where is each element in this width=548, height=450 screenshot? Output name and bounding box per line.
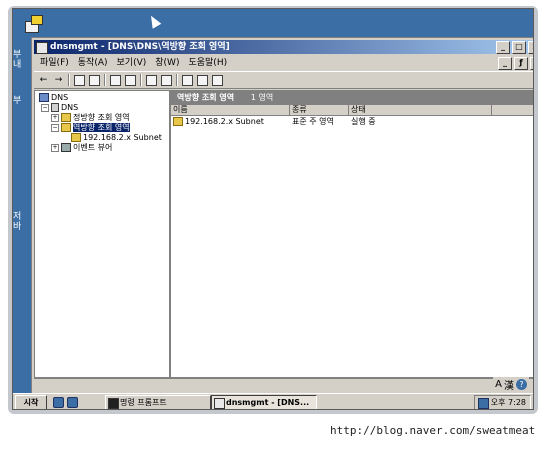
toolbar-separator (68, 74, 70, 86)
folder-icon (61, 113, 71, 122)
details-title: 역방향 조회 영역 (177, 93, 235, 102)
quick-launch (53, 397, 78, 408)
child-minimize-button[interactable]: _ (498, 57, 512, 70)
expand-icon[interactable]: + (51, 143, 59, 152)
console-tree-icon[interactable] (89, 74, 100, 86)
zone-icon (173, 117, 183, 126)
status-bar (34, 378, 533, 391)
toolbar-separator (176, 74, 178, 86)
ime-hanja[interactable]: 漢 (504, 377, 514, 392)
tree-item-reverse-zones[interactable]: − 역방향 조회 영역 (51, 123, 130, 133)
toolbar-separator (140, 74, 142, 86)
tree-item-subnet-zone[interactable]: 192.168.2.x Subnet (71, 133, 162, 143)
app-icon (36, 42, 48, 54)
desktop-label: 바 (13, 222, 22, 232)
row-name: 192.168.2.x Subnet (185, 117, 264, 126)
tree-item-event-viewer[interactable]: + 이벤트 뷰어 (51, 143, 112, 153)
menu-view[interactable]: 보기(V) (117, 56, 147, 70)
menu-file[interactable]: 파일(F) (40, 56, 69, 70)
back-icon[interactable]: ← (38, 75, 49, 86)
desktop: 부 내 부 저 바 dnsmgmt - [DNS\DNS\역방향 조회 영역] … (12, 8, 534, 410)
system-tray: 오후 7:28 (473, 395, 531, 409)
properties-icon[interactable] (110, 74, 121, 86)
task-command-prompt[interactable]: 명령 프롬프트 (105, 395, 211, 409)
menu-window[interactable]: 창(W) (155, 56, 179, 70)
title-bar[interactable]: dnsmgmt - [DNS\DNS\역방향 조회 영역] _ □ × (34, 40, 533, 54)
window-title: dnsmgmt - [DNS\DNS\역방향 조회 영역] (50, 42, 230, 52)
desktop-label: 부 (13, 96, 22, 106)
tree-item-label: 이벤트 뷰어 (73, 143, 113, 152)
row-type: 표준 주 영역 (292, 117, 334, 126)
ime-help-icon[interactable]: ? (516, 378, 527, 390)
details-pane: 역방향 조회 영역 1 영역 이름 종류 상태 192.168.2.x Subn… (170, 90, 533, 378)
toolbar: ← → (34, 71, 533, 89)
maximize-button[interactable]: □ (512, 41, 526, 54)
tree-item-label: 정방향 조회 영역 (73, 113, 130, 122)
expand-icon[interactable]: + (51, 113, 59, 122)
task-dnsmgmt[interactable]: dnsmgmt - [DNS... (211, 395, 317, 409)
command-prompt-icon (108, 398, 119, 409)
mmc-window: dnsmgmt - [DNS\DNS\역방향 조회 영역] _ □ × 파일(F… (31, 37, 533, 395)
dns-icon (39, 93, 49, 102)
taskbar: 시작 명령 프롬프트 dnsmgmt - [DNS... 오후 7:28 (13, 393, 533, 409)
console-tree: DNS − DNS + 정방향 조회 영역 − 역방향 조회 영역 192.168.2… (34, 90, 170, 378)
network-icon[interactable] (477, 398, 489, 409)
desktop-shortcut-icon[interactable] (23, 15, 43, 33)
collapse-icon[interactable]: − (51, 123, 59, 132)
tree-item-label-selected: 역방향 조회 영역 (73, 123, 130, 132)
ime-lang[interactable]: A (495, 379, 502, 390)
minimize-button[interactable]: _ (496, 41, 510, 54)
menu-help[interactable]: 도움말(H) (188, 56, 227, 70)
desktop-label: 내 (13, 60, 22, 70)
column-name[interactable]: 이름 (171, 105, 290, 115)
tree-item-dns-root[interactable]: DNS (39, 93, 68, 103)
column-header-row: 이름 종류 상태 (171, 105, 533, 116)
new-record-icon[interactable] (197, 74, 208, 86)
details-count: 1 영역 (250, 93, 274, 102)
tree-item-label: DNS (61, 103, 79, 112)
clock[interactable]: 오후 7:28 (491, 398, 526, 407)
child-restore-button[interactable]: ƒ (514, 57, 528, 70)
child-close-button[interactable]: × (530, 57, 533, 70)
close-button[interactable]: × (528, 41, 533, 54)
task-label: 명령 프롬프트 (120, 398, 167, 407)
toolbar-separator (104, 74, 106, 86)
zone-icon (71, 133, 81, 142)
help-icon[interactable] (161, 74, 172, 86)
tree-item-label: DNS (51, 93, 69, 102)
column-type[interactable]: 종류 (290, 105, 349, 115)
tree-item-label: 192.168.2.x Subnet (83, 133, 162, 142)
server-icon[interactable] (182, 74, 193, 86)
event-viewer-icon (61, 143, 71, 152)
collapse-icon[interactable]: − (41, 103, 49, 112)
export-icon[interactable] (146, 74, 157, 86)
details-header: 역방향 조회 영역 1 영역 (171, 91, 533, 105)
browser-icon[interactable] (67, 397, 78, 408)
tree-item-dns-server[interactable]: − DNS (41, 103, 78, 113)
folder-open-icon (61, 123, 71, 132)
new-zone-icon[interactable] (212, 74, 223, 86)
tree-item-forward-zones[interactable]: + 정방향 조회 영역 (51, 113, 130, 123)
menu-bar: 파일(F) 동작(A) 보기(V) 창(W) 도움말(H) (34, 56, 533, 70)
column-status[interactable]: 상태 (349, 105, 492, 115)
mouse-cursor-icon (146, 13, 162, 29)
menu-action[interactable]: 동작(A) (78, 56, 108, 70)
refresh-icon[interactable] (125, 74, 136, 86)
dnsmgmt-icon (214, 398, 225, 409)
show-desktop-icon[interactable] (53, 397, 64, 408)
start-button[interactable]: 시작 (15, 395, 47, 409)
ime-language-bar: A 漢 ? (493, 377, 529, 392)
watermark-url: http://blog.naver.com/sweatmeat (330, 424, 536, 437)
forward-icon[interactable]: → (53, 75, 64, 86)
table-row[interactable]: 192.168.2.x Subnet 표준 주 영역 실행 중 (171, 116, 533, 127)
task-label: dnsmgmt - [DNS... (226, 398, 310, 407)
row-status: 실행 중 (351, 117, 376, 126)
server-icon (51, 103, 59, 112)
up-folder-icon[interactable] (74, 74, 85, 86)
